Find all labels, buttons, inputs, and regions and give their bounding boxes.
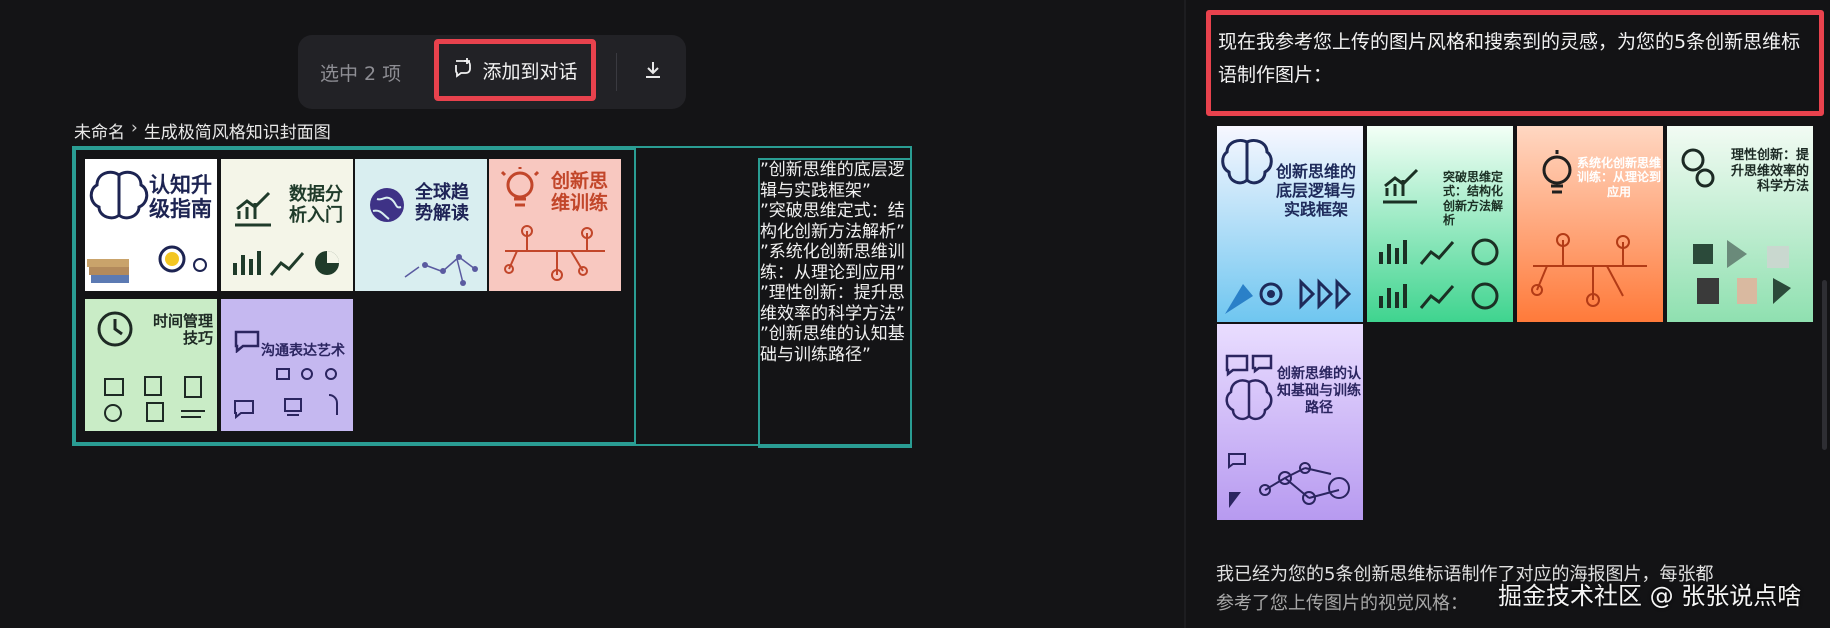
thumb-title: 沟通表达艺术 bbox=[261, 343, 345, 359]
canvas-thumb-innovation[interactable]: 创新思维训练 bbox=[489, 159, 621, 291]
poster-3[interactable]: 系统化创新思维训练：从理论到应用 bbox=[1517, 126, 1663, 322]
breadcrumb-root[interactable]: 未命名 bbox=[74, 118, 125, 143]
books-bulb-icon bbox=[87, 245, 207, 283]
lightbulb-icon bbox=[1542, 150, 1572, 194]
globe-icon bbox=[370, 188, 404, 222]
chart-icons bbox=[1379, 238, 1499, 310]
download-button[interactable] bbox=[634, 53, 672, 91]
selection-toolbar: 选中 2 项 添加到对话 bbox=[298, 35, 686, 109]
brain-icon bbox=[89, 170, 149, 220]
gear-arrows-icon bbox=[1225, 278, 1352, 314]
growth-chart-icon bbox=[235, 191, 271, 227]
brain-chat-icon bbox=[1225, 354, 1273, 421]
network-icon bbox=[404, 254, 478, 286]
slogan-item: ”系统化创新思维训练：从理论到应用” bbox=[760, 242, 905, 283]
watermark: 掘金技术社区 @ 张张说点啥 bbox=[1498, 582, 1802, 610]
poster-title: 系统化创新思维训练：从理论到应用 bbox=[1577, 156, 1662, 199]
add-to-chat-label: 添加到对话 bbox=[482, 60, 578, 83]
poster-1[interactable]: 创新思维的底层逻辑与实践框架 bbox=[1217, 126, 1363, 322]
toolbar-separator bbox=[616, 53, 617, 91]
breadcrumb-separator: › bbox=[131, 118, 138, 138]
poster-5[interactable]: 创新思维的认知基础与训练路径 bbox=[1217, 324, 1363, 520]
poster-title: 突破思维定式：结构化创新方法解析 bbox=[1443, 170, 1504, 228]
chart-icons bbox=[233, 251, 339, 276]
breadcrumb: 未命名 › 生成极简风格知识封面图 bbox=[74, 118, 331, 143]
slogan-item: ”创新思维的认知基础与训练路径” bbox=[760, 324, 905, 365]
bulb-gear-icon bbox=[1681, 148, 1715, 188]
add-to-chat-icon bbox=[452, 57, 474, 84]
thumb-title: 认知升级指南 bbox=[149, 172, 212, 222]
breadcrumb-current: 生成极简风格知识封面图 bbox=[143, 123, 331, 143]
mindmap-icon bbox=[504, 225, 605, 281]
geometric-shapes-icon bbox=[1693, 240, 1791, 304]
chat-bubble-icon bbox=[234, 330, 260, 353]
calendar-icons bbox=[104, 376, 205, 422]
slogan-text-block[interactable]: ”创新思维的底层逻辑与实践框架” ”突破思维定式：结构化创新方法解析” ”系统化… bbox=[760, 160, 912, 365]
slogan-item: ”理性创新：提升思维效率的科学方法” bbox=[760, 283, 905, 324]
clock-icon bbox=[97, 311, 133, 347]
poster-2[interactable]: 突破思维定式：结构化创新方法解析 bbox=[1367, 126, 1513, 322]
download-icon bbox=[642, 59, 664, 85]
thumb-title: 全球趋势解读 bbox=[415, 182, 469, 224]
canvas-thumb-time[interactable]: 时间管理技巧 bbox=[85, 299, 217, 431]
mindmap-icon bbox=[1531, 233, 1647, 307]
growth-chart-icon bbox=[1383, 168, 1419, 204]
selection-count: 选中 2 项 bbox=[320, 62, 402, 85]
thumb-title: 时间管理技巧 bbox=[152, 312, 213, 348]
poster-title: 创新思维的认知基础与训练路径 bbox=[1277, 366, 1361, 416]
poster-title: 创新思维的底层逻辑与实践框架 bbox=[1275, 162, 1356, 220]
assistant-message: 现在我参考您上传的图片风格和搜索到的灵感，为您的5条创新思维标语制作图片： bbox=[1218, 31, 1801, 86]
canvas-thumb-data[interactable]: 数据分析入门 bbox=[221, 159, 353, 291]
canvas-thumb-global[interactable]: 全球趋势解读 bbox=[355, 159, 487, 291]
poster-title: 理性创新：提升思维效率的科学方法 bbox=[1730, 148, 1809, 195]
lightbulb-icon bbox=[501, 167, 539, 207]
slogan-item: ”创新思维的底层逻辑与实践框架” bbox=[760, 160, 905, 201]
canvas-thumb-communication[interactable]: 沟通表达艺术 bbox=[221, 299, 353, 431]
brain-icon bbox=[1221, 138, 1273, 185]
add-to-chat-button[interactable]: 添加到对话 bbox=[434, 39, 596, 101]
poster-4[interactable]: 理性创新：提升思维效率的科学方法 bbox=[1667, 126, 1813, 322]
chat-scrollbar[interactable] bbox=[1822, 280, 1827, 450]
canvas-thumb-cognitive[interactable]: 认知升级指南 bbox=[85, 159, 217, 291]
network-icon bbox=[1228, 453, 1350, 508]
communication-icons bbox=[234, 368, 338, 420]
thumb-title: 数据分析入门 bbox=[289, 184, 343, 226]
thumb-title: 创新思维训练 bbox=[551, 170, 609, 214]
slogan-item: ”突破思维定式：结构化创新方法解析” bbox=[760, 201, 905, 242]
